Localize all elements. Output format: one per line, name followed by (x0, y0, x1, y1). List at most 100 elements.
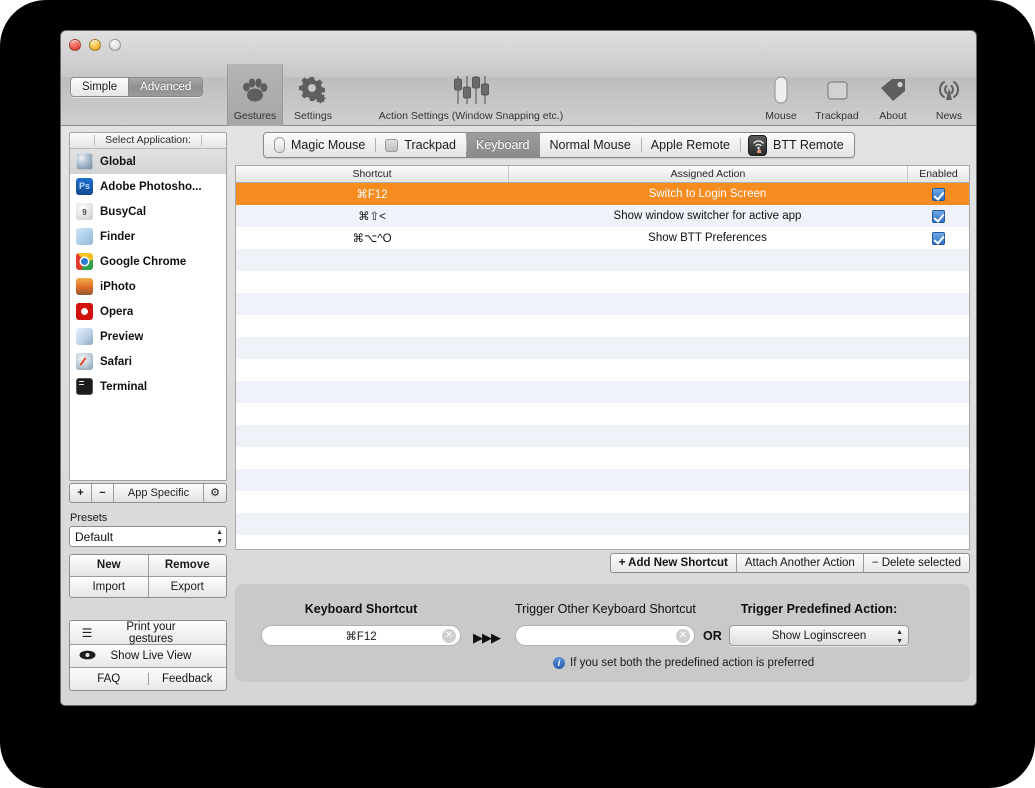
trackpad-icon (809, 71, 865, 109)
preset-remove-button[interactable]: Remove (147, 555, 226, 576)
app-row-preview[interactable]: Preview (70, 324, 226, 349)
table-row[interactable]: ⌘F12 Switch to Login Screen (236, 183, 969, 205)
table-row-empty[interactable] (236, 425, 969, 447)
zoom-button[interactable] (109, 39, 121, 51)
app-row-global[interactable]: Global (70, 149, 226, 174)
mode-simple-button[interactable]: Simple (71, 78, 129, 96)
preset-import-button[interactable]: Import (70, 576, 148, 597)
table-row[interactable]: ⌘⇧< Show window switcher for active app (236, 205, 969, 227)
toolbar-item-gestures[interactable]: Gestures (227, 64, 283, 126)
app-name: iPhoto (100, 280, 136, 293)
cell-assigned-action: Switch to Login Screen (648, 188, 767, 200)
column-header-enabled[interactable]: Enabled (907, 166, 969, 182)
remove-app-button[interactable]: − (92, 484, 114, 502)
toolbar-item-settings[interactable]: Settings (285, 71, 341, 122)
mode-segmented-control[interactable]: Simple Advanced (70, 77, 204, 97)
preview-icon (76, 328, 93, 345)
column-header-assigned-action[interactable]: Assigned Action (508, 166, 907, 182)
predefined-action-select[interactable]: Show Loginscreen ▲ ▼ (729, 625, 909, 646)
shortcut-detail-panel: Keyboard Shortcut ⌘F12 ✕ ▶▶▶ Trigger Oth… (235, 584, 970, 682)
enabled-checkbox[interactable] (931, 231, 945, 245)
show-live-view-button[interactable]: Show Live View (70, 644, 226, 667)
tab-normal-mouse[interactable]: Normal Mouse (540, 133, 641, 157)
toolbar-label-about: About (879, 110, 907, 122)
presets-select[interactable]: Default ▲ ▼ (69, 526, 227, 547)
or-separator-label: OR (703, 629, 722, 643)
toolbar-label-action-settings: Action Settings (Window Snapping etc.) (378, 110, 564, 122)
close-button[interactable] (69, 39, 81, 51)
table-row-empty[interactable] (236, 381, 969, 403)
table-row-empty[interactable] (236, 249, 969, 271)
table-rows: ⌘F12 Switch to Login Screen ⌘⇧< Show window… (236, 183, 969, 549)
preset-new-button[interactable]: New (70, 555, 148, 576)
clear-icon[interactable]: ✕ (676, 629, 690, 643)
attach-another-action-button[interactable]: Attach Another Action (735, 554, 863, 572)
app-name: Finder (100, 230, 136, 243)
stepper-icon[interactable]: ▲ ▼ (216, 529, 223, 545)
enabled-checkbox[interactable] (931, 209, 945, 223)
table-row-empty[interactable] (236, 491, 969, 513)
table-row-empty[interactable] (236, 359, 969, 381)
table-row-empty[interactable] (236, 337, 969, 359)
tab-btt-remote[interactable]: BTT Remote (740, 133, 854, 157)
cell-shortcut: ⌘⌥^O (352, 233, 392, 245)
clear-icon[interactable]: ✕ (442, 629, 456, 643)
tab-trackpad[interactable]: Trackpad (375, 133, 466, 157)
application-list[interactable]: Select Application: Global Ps Adobe Phot… (69, 132, 227, 481)
enabled-checkbox[interactable] (931, 187, 945, 201)
table-row-empty[interactable] (236, 315, 969, 337)
app-row-chrome[interactable]: Google Chrome (70, 249, 226, 274)
table-row-empty[interactable] (236, 513, 969, 535)
preset-export-button[interactable]: Export (147, 576, 226, 597)
opera-icon (76, 303, 93, 320)
toolbar-item-trackpad[interactable]: Trackpad (809, 71, 865, 122)
app-name: Terminal (100, 380, 148, 393)
mode-advanced-button[interactable]: Advanced (128, 78, 203, 96)
paw-icon (228, 71, 282, 109)
table-row-empty[interactable] (236, 535, 969, 549)
app-row-terminal[interactable]: Terminal (70, 374, 226, 399)
app-row-iphoto[interactable]: iPhoto (70, 274, 226, 299)
faq-button[interactable]: FAQ (70, 673, 148, 685)
app-row-photoshop[interactable]: Ps Adobe Photosho... (70, 174, 226, 199)
toolbar-item-action-settings[interactable]: Action Settings (Window Snapping etc.) (341, 71, 601, 122)
table-row[interactable]: ⌘⌥^O Show BTT Preferences (236, 227, 969, 249)
table-row-empty[interactable] (236, 469, 969, 491)
tab-keyboard[interactable]: Keyboard (466, 133, 540, 157)
presets-buttons: New Remove Import Export (69, 554, 227, 598)
table-row-empty[interactable] (236, 447, 969, 469)
feedback-button[interactable]: Feedback (147, 673, 227, 685)
print-gestures-button[interactable]: ☰ Print your gestures (70, 621, 226, 645)
trigger-other-shortcut-input[interactable]: ✕ (515, 625, 695, 646)
delete-selected-button[interactable]: − Delete selected (862, 554, 969, 572)
app-row-finder[interactable]: Finder (70, 224, 226, 249)
btt-remote-icon (748, 134, 768, 156)
column-header-shortcut[interactable]: Shortcut (236, 166, 508, 182)
tab-magic-mouse[interactable]: Magic Mouse (264, 133, 375, 157)
tab-apple-remote[interactable]: Apple Remote (640, 133, 740, 157)
app-row-opera[interactable]: Opera (70, 299, 226, 324)
toolbar-item-mouse[interactable]: Mouse (753, 71, 809, 122)
table-header: Shortcut Assigned Action Enabled (236, 166, 969, 183)
toolbar-item-about[interactable]: About (865, 71, 921, 122)
keyboard-shortcut-value: ⌘F12 (345, 630, 377, 643)
table-row-empty[interactable] (236, 293, 969, 315)
app-name: BusyCal (100, 205, 147, 218)
info-note: i If you set both the predefined action … (553, 657, 814, 669)
minimize-button[interactable] (89, 39, 101, 51)
toolbar-item-news[interactable]: News (921, 71, 976, 122)
app-row-safari[interactable]: Safari (70, 349, 226, 374)
cell-enabled (907, 187, 969, 201)
toolbar-label-settings: Settings (294, 110, 332, 122)
cell-shortcut: ⌘⇧< (358, 211, 386, 223)
gear-icon[interactable]: ⚙ (204, 484, 226, 502)
add-app-button[interactable]: + (70, 484, 92, 502)
app-specific-label[interactable]: App Specific (114, 484, 204, 502)
stepper-icon[interactable]: ▲ ▼ (896, 629, 903, 645)
shortcut-table[interactable]: Shortcut Assigned Action Enabled ⌘F12 Swi… (235, 165, 970, 550)
add-new-shortcut-button[interactable]: + Add New Shortcut (611, 554, 736, 572)
table-row-empty[interactable] (236, 403, 969, 425)
keyboard-shortcut-input[interactable]: ⌘F12 ✕ (261, 625, 461, 646)
table-row-empty[interactable] (236, 271, 969, 293)
app-row-busycal[interactable]: 9 BusyCal (70, 199, 226, 224)
